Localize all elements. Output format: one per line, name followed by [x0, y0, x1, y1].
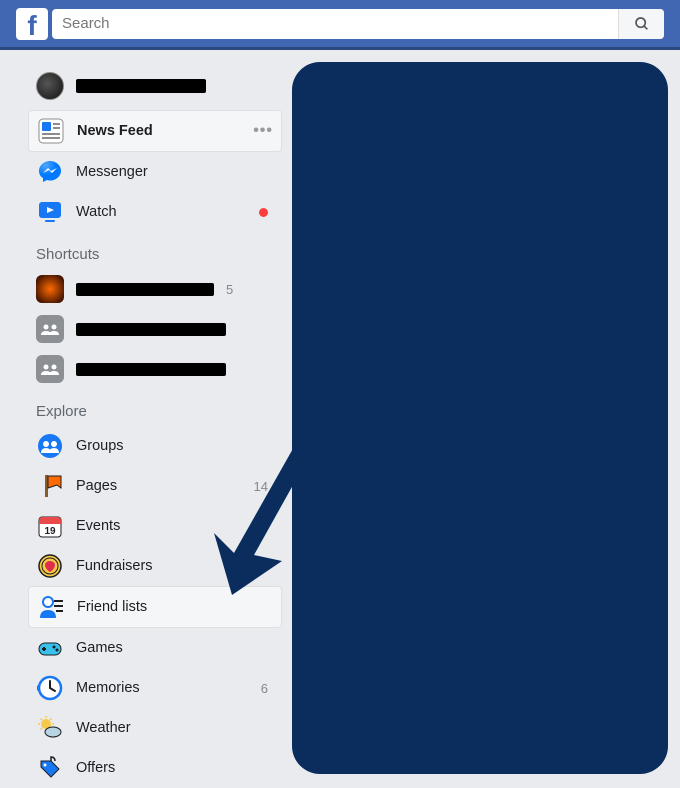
facebook-logo[interactable]: f: [16, 8, 48, 40]
games-icon: [36, 634, 64, 662]
shortcut-icon: [36, 275, 64, 303]
sidebar-item-fundraisers[interactable]: Fundraisers: [28, 546, 282, 586]
shortcut-label: [76, 363, 226, 376]
fundraisers-icon: [36, 552, 64, 580]
sidebar-item-label: Groups: [76, 438, 274, 454]
sidebar-item-watch[interactable]: Watch: [28, 192, 282, 232]
sidebar-item-label: News Feed: [77, 123, 241, 139]
sidebar-item-events[interactable]: 19 Events 1: [28, 506, 282, 546]
main-content-panel: [292, 62, 668, 774]
news-feed-icon: [37, 117, 65, 145]
sidebar-item-games[interactable]: Games: [28, 628, 282, 668]
events-icon: 19: [36, 512, 64, 540]
shortcut-item[interactable]: [28, 349, 282, 389]
profile-link[interactable]: [28, 62, 282, 110]
section-explore: Explore: [28, 389, 282, 426]
group-icon: [36, 355, 64, 383]
sidebar-item-label: Messenger: [76, 164, 274, 180]
sidebar-item-label: Offers: [76, 760, 274, 776]
group-icon: [36, 315, 64, 343]
notification-dot: [259, 208, 268, 217]
memories-icon: [36, 674, 64, 702]
sidebar-item-groups[interactable]: Groups: [28, 426, 282, 466]
search-icon: [634, 16, 650, 32]
shortcut-item[interactable]: 5: [28, 269, 282, 309]
sidebar-item-label: Weather: [76, 720, 274, 736]
search-container: [52, 9, 664, 39]
sidebar-item-label: Memories: [76, 680, 249, 696]
sidebar-item-pages[interactable]: Pages 14: [28, 466, 282, 506]
watch-icon: [36, 198, 64, 226]
sidebar-item-label: Games: [76, 640, 274, 656]
shortcut-label: [76, 283, 214, 296]
svg-text:19: 19: [44, 526, 56, 537]
shortcut-item[interactable]: [28, 309, 282, 349]
section-shortcuts: Shortcuts: [28, 232, 282, 269]
sidebar-item-news-feed[interactable]: News Feed •••: [28, 110, 282, 152]
shortcut-count: 5: [226, 282, 233, 297]
item-count: 14: [254, 479, 268, 494]
sidebar-item-label: Watch: [76, 204, 247, 220]
search-input[interactable]: [62, 15, 618, 32]
sidebar-item-memories[interactable]: Memories 6: [28, 668, 282, 708]
pages-icon: [36, 472, 64, 500]
sidebar-item-label: Events: [76, 518, 249, 534]
avatar: [36, 72, 64, 100]
groups-icon: [36, 432, 64, 460]
search-button[interactable]: [618, 9, 664, 39]
sidebar: News Feed ••• Messenger Watch Shortcuts …: [28, 62, 282, 788]
sidebar-item-label: Friend lists: [77, 599, 273, 615]
sidebar-item-label: Pages: [76, 478, 242, 494]
sidebar-item-friend-lists[interactable]: Friend lists: [28, 586, 282, 628]
weather-icon: [36, 714, 64, 742]
offers-icon: [36, 754, 64, 782]
more-icon[interactable]: •••: [253, 122, 273, 140]
messenger-icon: [36, 158, 64, 186]
friend-lists-icon: [37, 593, 65, 621]
item-count: 1: [261, 519, 268, 534]
content: News Feed ••• Messenger Watch Shortcuts …: [0, 50, 680, 788]
sidebar-item-messenger[interactable]: Messenger: [28, 152, 282, 192]
profile-name: [76, 79, 206, 93]
top-bar: f: [0, 0, 680, 50]
sidebar-item-offers[interactable]: Offers: [28, 748, 282, 788]
shortcut-label: [76, 323, 226, 336]
sidebar-item-weather[interactable]: Weather: [28, 708, 282, 748]
sidebar-item-label: Fundraisers: [76, 558, 274, 574]
item-count: 6: [261, 681, 268, 696]
